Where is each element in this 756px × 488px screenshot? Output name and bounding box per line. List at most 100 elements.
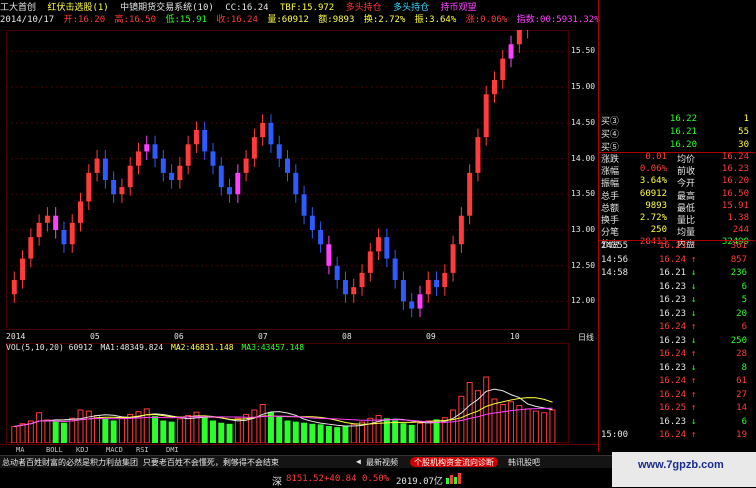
tick-row: 16.23 ↓ 8	[599, 363, 753, 375]
candle-body	[326, 244, 332, 266]
candle-body	[276, 144, 282, 159]
candlestick-chart[interactable]	[6, 30, 569, 330]
stat-label: 量比	[677, 216, 696, 226]
volume-bar	[325, 426, 332, 443]
tick-price: 16.23	[659, 335, 687, 346]
indicator-tab-ma[interactable]: MA	[16, 446, 24, 454]
tick-row: 16.24 ↑ 27	[599, 390, 753, 402]
candle-body	[20, 258, 26, 280]
fund-flow-badge[interactable]: 个股机构资金流向诊断	[410, 457, 498, 467]
volume-bar	[350, 423, 357, 443]
candle-body	[434, 280, 440, 288]
date-tick-label: 06	[174, 332, 184, 341]
order-book-row: 买⑤ 16.20 30	[599, 140, 753, 153]
volume-bar	[176, 418, 183, 443]
price-tick-label: 14.50	[571, 117, 596, 127]
candle-body	[450, 244, 456, 273]
date-axis: 2014 05 06 07 08 09 10 日线	[6, 332, 598, 342]
candle-body	[69, 222, 75, 245]
volume-bar	[259, 404, 266, 443]
book-volume: 30	[738, 140, 749, 150]
tick-time: 14:55	[601, 241, 629, 251]
arrow-down-icon: ↓	[691, 362, 697, 373]
quote-volume: 量:60912	[267, 15, 309, 25]
tick-time: 14:56	[601, 254, 629, 265]
stat-label: 换手	[601, 216, 620, 226]
book-label: 买④	[601, 130, 620, 140]
quote-close: 收:16.24	[216, 15, 258, 25]
candle-body	[508, 44, 514, 59]
tick-volume: 5	[741, 295, 747, 305]
price-tick-label: 15.00	[571, 82, 596, 92]
indicator-tab-boll[interactable]: BOLL	[46, 446, 63, 454]
volume-bar	[292, 421, 299, 443]
tick-price: 16.23	[659, 281, 687, 292]
candle-body	[384, 237, 390, 259]
volume-bar	[36, 412, 43, 443]
volume-bar	[499, 404, 506, 443]
tick-row: 16.24 ↑ 61	[599, 376, 753, 388]
indicator-tab-macd[interactable]: MACD	[106, 446, 123, 454]
candle-body	[334, 265, 340, 280]
indicator-tab-rsi[interactable]: RSI	[136, 446, 149, 454]
volume-bar	[549, 409, 556, 443]
candle-body	[135, 151, 141, 166]
tick-row: 16.24 ↑ 28	[599, 349, 753, 361]
video-icon[interactable]: ◀	[356, 457, 361, 466]
stat-value: 15.91	[721, 200, 749, 211]
news-video-link[interactable]: 最新视频	[366, 457, 398, 468]
stat-value: 16.20	[721, 176, 749, 187]
date-tick-label: 09	[426, 332, 436, 341]
indicator-tab-kdj[interactable]: KDJ	[76, 446, 89, 454]
tick-volume: 61	[736, 376, 747, 386]
candle-body	[285, 158, 290, 173]
volume-bar	[251, 409, 258, 443]
tick-price: 16.24	[659, 376, 687, 386]
tick-row: 16.24 ↑ 6	[599, 322, 753, 334]
tick-volume: 6	[741, 322, 747, 332]
tick-volume: 27	[736, 389, 747, 400]
book-volume: 55	[738, 127, 749, 137]
tick-volume: 236	[730, 268, 747, 278]
volume-bar	[11, 426, 18, 443]
candle-body	[102, 158, 108, 180]
stat-label: 今开	[677, 179, 696, 190]
volume-chart[interactable]	[6, 343, 569, 443]
volume-bar	[301, 422, 308, 443]
tick-price: 16.23	[659, 241, 687, 251]
stat-value: 2.72%	[639, 213, 667, 223]
price-tick-label: 12.00	[571, 296, 596, 306]
index-amount: 2019.07亿	[396, 477, 443, 487]
candle-body	[516, 30, 522, 45]
candle-body	[342, 280, 348, 295]
forum-link[interactable]: 韩讯股吧	[508, 457, 540, 468]
tick-time: 14:58	[601, 268, 629, 278]
volume-bar	[309, 423, 316, 443]
volume-bar	[234, 417, 241, 443]
stat-label: 总手	[601, 191, 620, 202]
candle-body	[260, 122, 266, 138]
candle-body	[392, 258, 398, 280]
indicator-tab-dmi[interactable]: DMI	[166, 446, 179, 454]
candle-body	[376, 237, 382, 252]
tick-volume: 6	[741, 281, 747, 292]
tick-row: 16.23 ↓ 6	[599, 282, 753, 294]
arrow-down-icon: ↓	[691, 268, 697, 278]
quote-turnover: 换:2.72%	[363, 15, 406, 25]
candle-body	[218, 165, 224, 188]
volume-bar	[317, 424, 324, 443]
stat-value: 3.64%	[639, 176, 667, 187]
volume-bar	[94, 415, 101, 443]
volume-bar	[425, 420, 432, 443]
volume-bar	[450, 409, 457, 443]
stat-row: 涨跌 0.01 均价 16.24	[599, 152, 753, 165]
book-label: 买③	[601, 117, 620, 127]
volume-bar	[44, 419, 51, 443]
price-tick-label: 15.50	[571, 46, 596, 56]
arrow-down-icon: ↓	[691, 295, 697, 305]
candle-body	[417, 294, 423, 309]
candle-body	[119, 187, 125, 195]
stat-value: 9893	[645, 200, 667, 211]
tick-price: 16.24	[659, 430, 687, 440]
book-volume: 1	[743, 114, 749, 124]
